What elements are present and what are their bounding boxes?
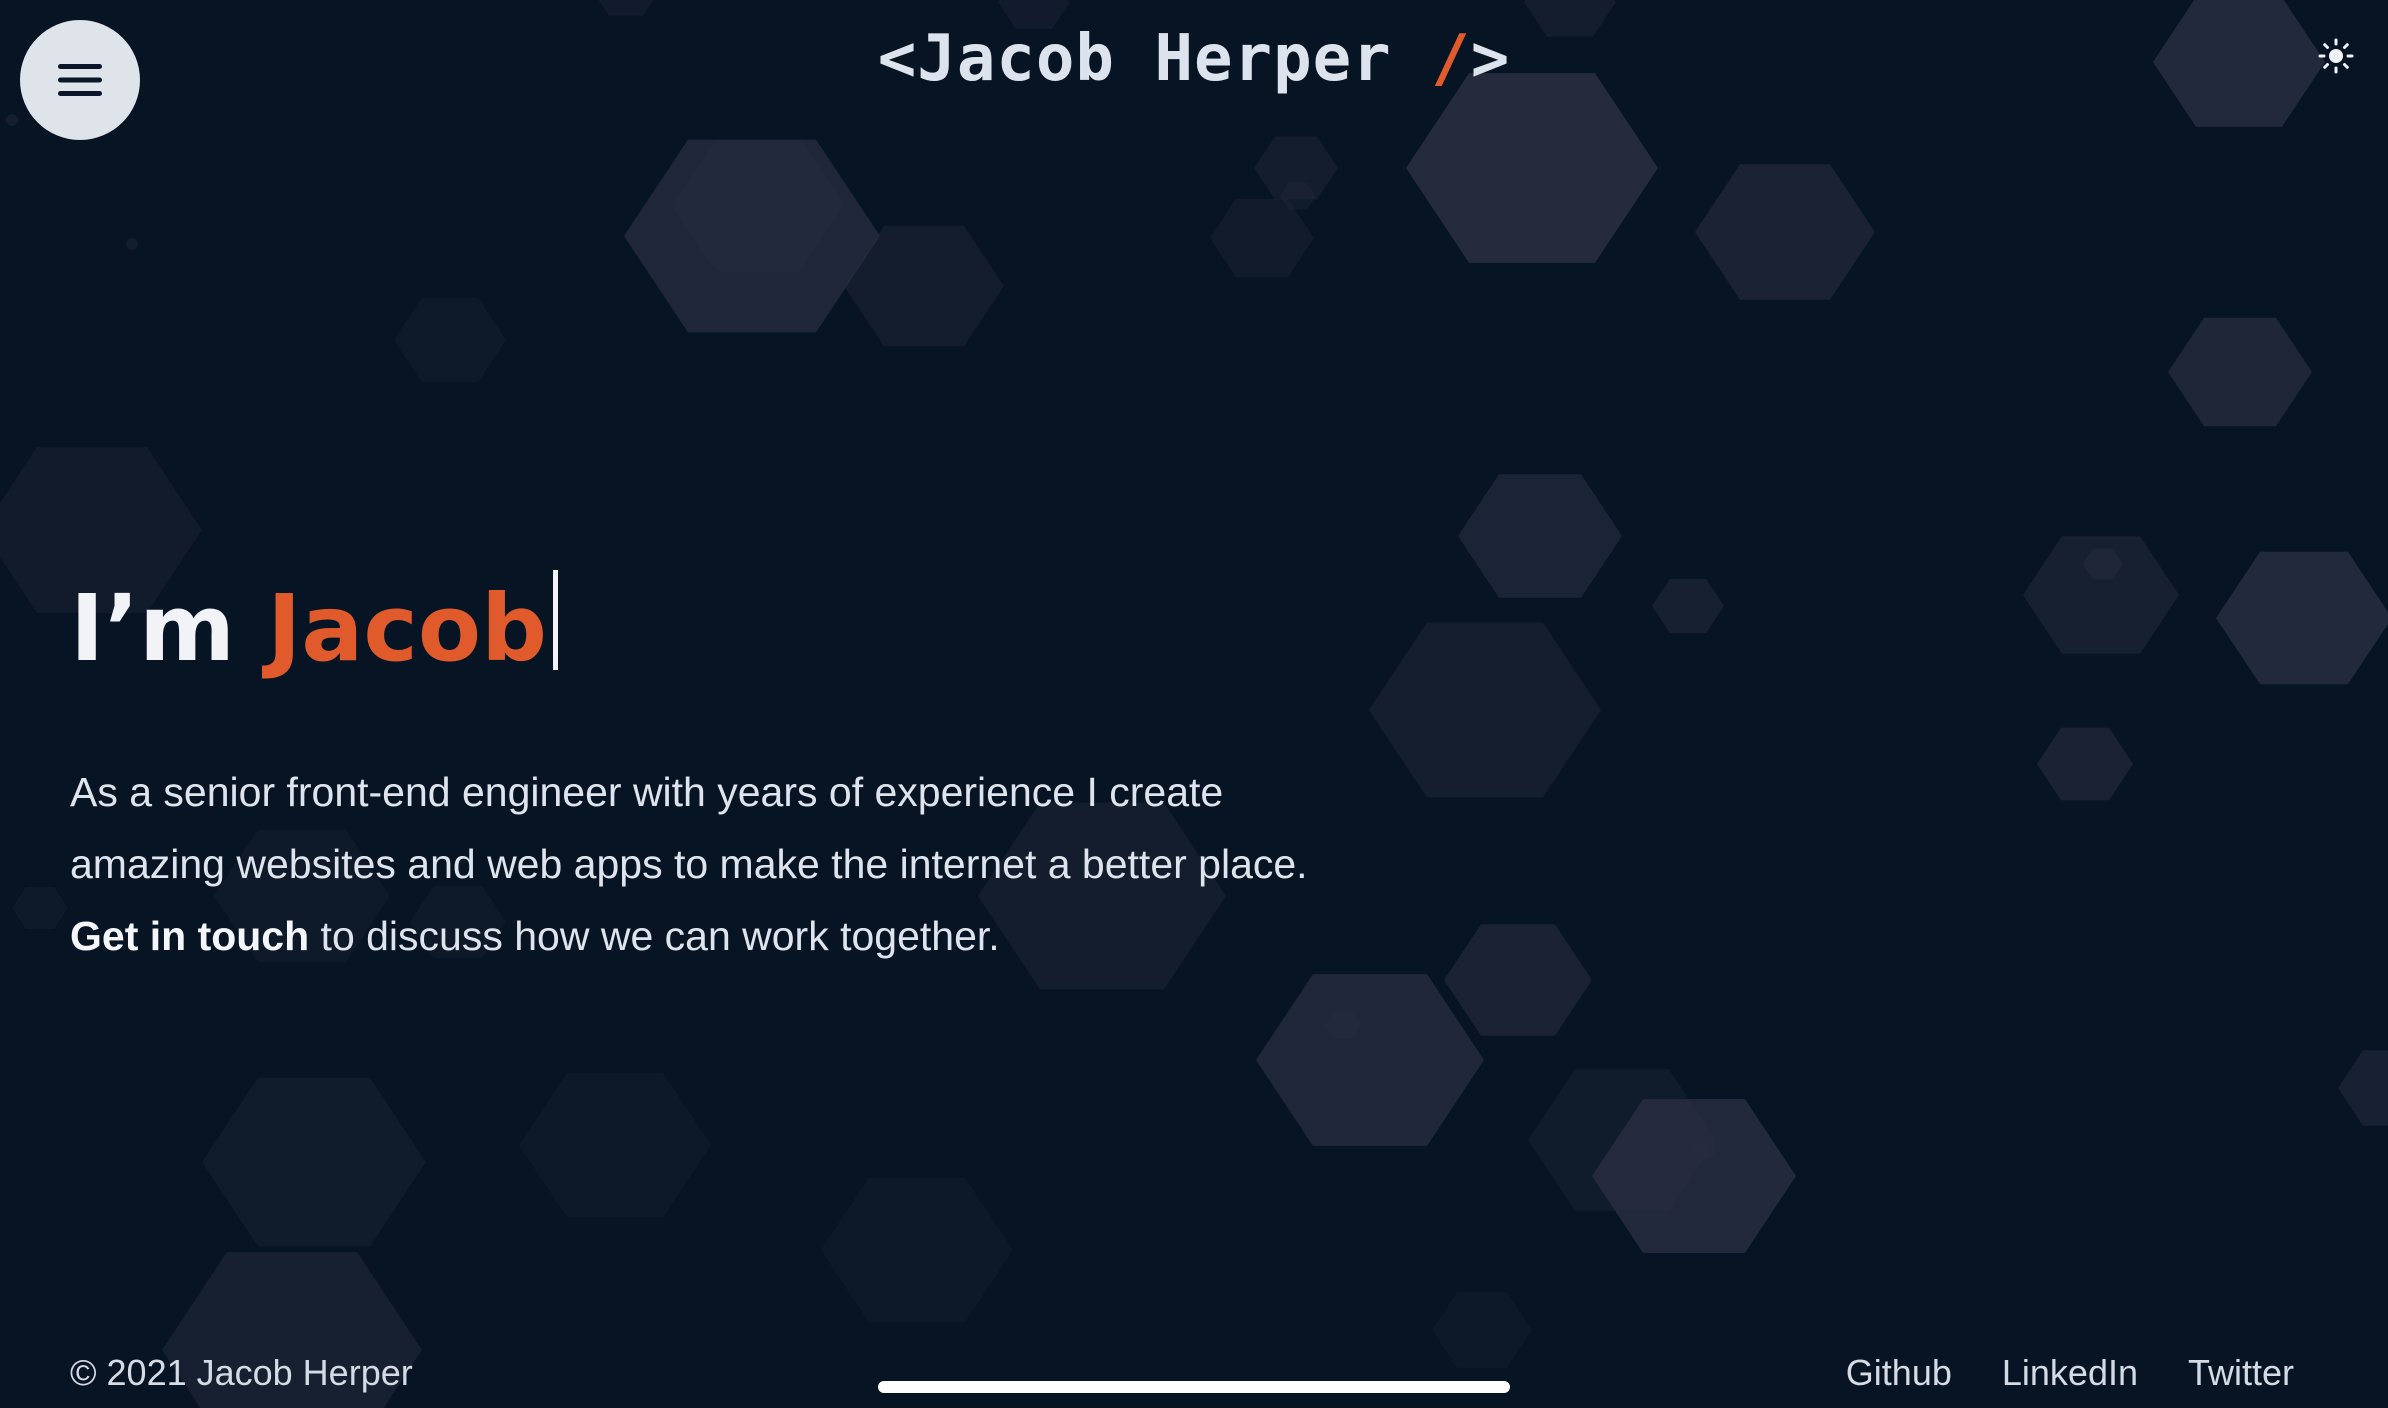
background-hexagon (1695, 164, 1875, 300)
footer-links: Github LinkedIn Twitter (1846, 1352, 2294, 1394)
background-hexagon (598, 0, 654, 16)
background-hexagon (1210, 198, 1314, 278)
background-hexagon (2037, 727, 2133, 801)
footer-link-linkedin[interactable]: LinkedIn (2002, 1352, 2138, 1394)
background-hexagon (1458, 474, 1622, 598)
typing-cursor (553, 570, 558, 670)
background-hexagon (821, 1177, 1013, 1323)
background-hexagon (1406, 73, 1658, 263)
logo-close: > (1470, 22, 1511, 96)
background-dot (126, 238, 138, 250)
hexagon-background (0, 0, 2388, 1408)
get-in-touch-link[interactable]: Get in touch (70, 913, 309, 959)
background-hexagon (12, 886, 68, 930)
hero-greeting: I’m (70, 575, 268, 682)
sun-icon (2318, 38, 2354, 74)
theme-toggle-button[interactable] (2316, 36, 2356, 76)
site-logo[interactable]: <Jacob Herper /> (0, 22, 2388, 96)
background-hexagon (1432, 1292, 1532, 1368)
logo-first: <Jacob (877, 22, 1115, 96)
footer-link-twitter[interactable]: Twitter (2188, 1352, 2294, 1394)
background-hexagon (1444, 924, 1592, 1036)
hero-text-after: to discuss how we can work together. (309, 913, 1000, 959)
hero-text-before: As a senior front-end engineer with year… (70, 769, 1308, 887)
background-hexagon (2168, 317, 2312, 427)
hero-name: Jacob (267, 575, 547, 682)
logo-slash: / (1431, 22, 1471, 96)
footer-copyright: © 2021 Jacob Herper (70, 1352, 413, 1393)
background-hexagon (2338, 1050, 2388, 1126)
background-dot (6, 114, 18, 126)
footer-link-github[interactable]: Github (1846, 1352, 1952, 1394)
background-hexagon (1652, 578, 1724, 634)
background-hexagon (394, 297, 506, 383)
background-hexagon (202, 1077, 426, 1247)
logo-last: Herper (1114, 22, 1432, 96)
background-hexagon (2216, 551, 2388, 685)
hero-description: As a senior front-end engineer with year… (70, 756, 1360, 972)
background-hexagon (519, 1072, 711, 1218)
background-hexagon (1369, 622, 1601, 798)
hero-heading: I’m Jacob (70, 570, 558, 679)
home-indicator (878, 1381, 1510, 1393)
background-hexagon (1256, 974, 1484, 1146)
page: <Jacob Herper /> I’m Jacob As a senior f… (0, 0, 2388, 1408)
